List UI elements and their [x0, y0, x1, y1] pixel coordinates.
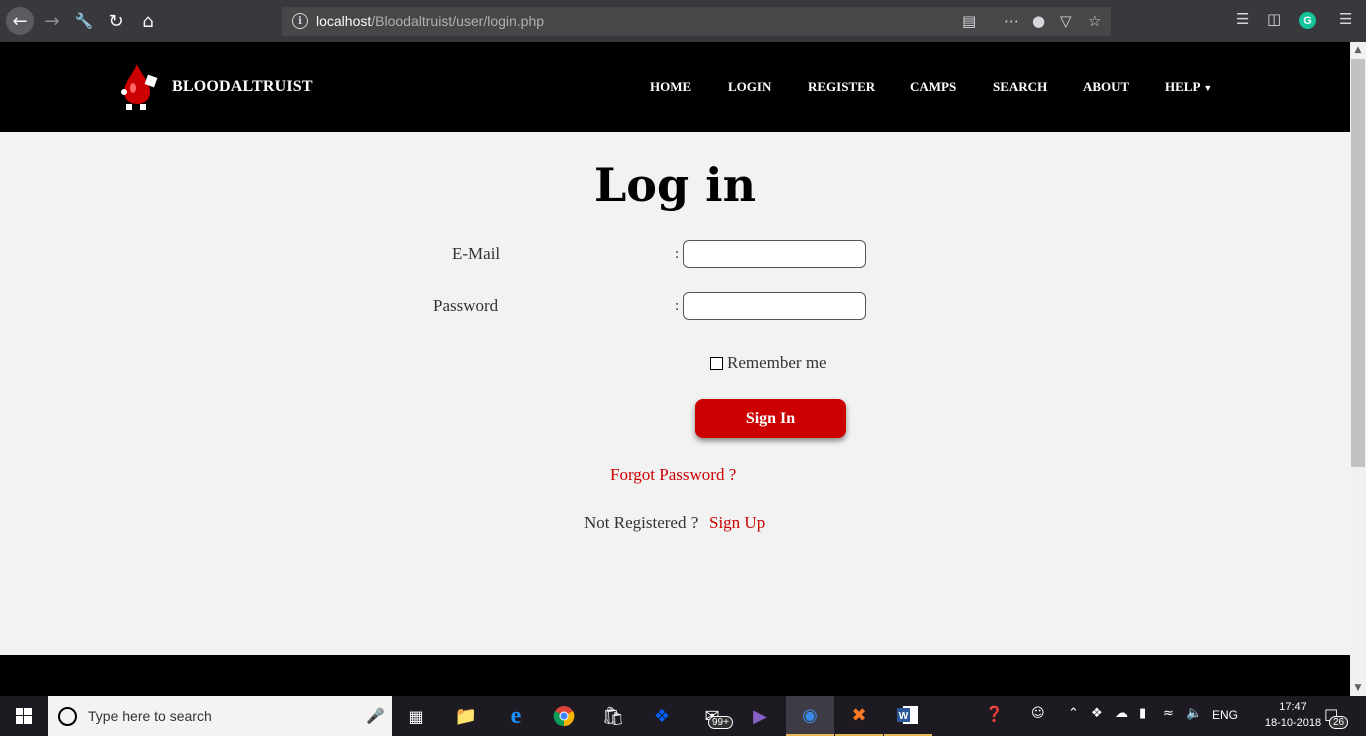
sidebar-icon[interactable]: ◫	[1267, 10, 1281, 28]
people-icon[interactable]: ☺	[1031, 706, 1045, 721]
windows-logo-icon	[16, 708, 32, 724]
store-icon[interactable]: 🛍	[589, 696, 637, 736]
wifi-icon[interactable]: ≈	[1163, 706, 1174, 721]
svg-text:W: W	[899, 711, 909, 722]
windows-start-button[interactable]	[0, 696, 48, 736]
scroll-down-icon[interactable]: ▼	[1350, 680, 1366, 696]
windows-taskbar: Type here to search 🎤 ▦ 📁 e 🛍 ❖ ✉ 99+ ▶ …	[0, 696, 1366, 736]
url-text[interactable]: localhost/Bloodaltruist/user/login.php	[316, 13, 544, 29]
pocket-icon[interactable]: ▽	[1060, 12, 1072, 30]
language-indicator[interactable]: ENG	[1212, 708, 1238, 722]
page-scrollbar[interactable]: ▲ ▼	[1350, 42, 1366, 696]
dropbox-icon[interactable]: ❖	[638, 696, 686, 736]
clock-date: 18-10-2018	[1264, 717, 1322, 729]
wrench-icon[interactable]: 🔧	[70, 7, 98, 35]
firefox-icon[interactable]: ◉	[786, 696, 834, 736]
forward-icon[interactable]: →	[38, 7, 66, 35]
back-icon[interactable]: ←	[6, 7, 34, 35]
blood-drop-logo[interactable]	[118, 62, 160, 112]
file-explorer-icon[interactable]: 📁	[442, 696, 490, 736]
home-icon[interactable]: ⌂	[134, 7, 162, 35]
lightbulb-icon[interactable]: ●	[1032, 12, 1045, 30]
volume-icon[interactable]: 🔈	[1186, 706, 1202, 721]
forgot-password-link[interactable]: Forgot Password ?	[610, 465, 736, 485]
remember-me[interactable]: Remember me	[710, 353, 827, 373]
more-actions-icon[interactable]: ⋯	[1004, 12, 1019, 30]
password-input[interactable]	[683, 292, 866, 320]
browser-toolbar: ← → 🔧 ↻ ⌂ i localhost/Bloodaltruist/user…	[0, 0, 1366, 42]
taskbar-search[interactable]: Type here to search 🎤	[48, 696, 392, 736]
help-icon[interactable]: ❓	[985, 705, 1004, 723]
nav-about[interactable]: ABOUT	[1083, 79, 1129, 95]
xampp-icon[interactable]: ✖	[835, 696, 883, 736]
nav-help-label: HELP	[1165, 79, 1201, 94]
caret-down-icon: ▼	[1203, 83, 1213, 93]
nav-register[interactable]: REGISTER	[808, 79, 875, 95]
show-hidden-icons[interactable]: ⌃	[1068, 706, 1079, 721]
address-bar[interactable]: i localhost/Bloodaltruist/user/login.php…	[282, 7, 1111, 36]
nav-login[interactable]: LOGIN	[728, 79, 771, 95]
url-path: /Bloodaltruist/user/login.php	[371, 13, 545, 29]
password-label: Password	[433, 296, 499, 315]
edge-icon[interactable]: e	[492, 696, 540, 736]
clock[interactable]: 17:47 18-10-2018	[1262, 699, 1324, 731]
nav-help[interactable]: HELP ▼	[1165, 79, 1212, 95]
library-icon[interactable]: ☰	[1236, 10, 1249, 28]
email-label: E-Mail	[452, 244, 501, 263]
microphone-icon[interactable]: 🎤	[366, 707, 385, 725]
reload-icon[interactable]: ↻	[102, 7, 130, 35]
nav-home[interactable]: HOME	[650, 79, 691, 95]
site-info-icon[interactable]: i	[292, 13, 308, 29]
page-title: Log in	[593, 158, 757, 212]
url-host: localhost	[316, 13, 372, 29]
remember-label: Remember me	[727, 353, 827, 372]
reader-view-icon[interactable]: ▤	[962, 12, 976, 30]
sign-up-link[interactable]: Sign Up	[709, 513, 765, 533]
cortana-icon	[58, 707, 77, 726]
onedrive-icon[interactable]: ☁	[1115, 706, 1128, 721]
grammarly-icon[interactable]: G	[1299, 12, 1316, 29]
nav-search[interactable]: SEARCH	[993, 79, 1047, 95]
email-colon: :	[675, 246, 680, 262]
site-footer	[0, 655, 1350, 696]
password-colon: :	[675, 298, 680, 314]
battery-icon[interactable]: ▮	[1139, 706, 1146, 721]
remember-checkbox[interactable]	[710, 356, 723, 370]
dropbox-tray-icon[interactable]: ❖	[1091, 706, 1103, 721]
email-input[interactable]	[683, 240, 866, 268]
not-registered-text: Not Registered ?	[584, 513, 699, 532]
brand-name[interactable]: BLOODALTRUIST	[172, 78, 313, 96]
chrome-icon[interactable]	[540, 696, 588, 736]
nav-camps[interactable]: CAMPS	[910, 79, 956, 95]
clock-time: 17:47	[1279, 701, 1307, 713]
mail-badge: 99+	[708, 716, 733, 729]
bookmark-star-icon[interactable]: ☆	[1088, 12, 1101, 30]
sign-in-button[interactable]: Sign In	[695, 399, 846, 438]
taskbar-search-placeholder: Type here to search	[88, 708, 212, 724]
task-view-icon[interactable]: ▦	[392, 696, 440, 736]
scroll-up-icon[interactable]: ▲	[1350, 42, 1366, 58]
visual-studio-icon[interactable]: ▶	[736, 696, 784, 736]
word-icon[interactable]: W	[884, 696, 932, 736]
scroll-thumb[interactable]	[1351, 59, 1365, 467]
notification-count-badge: 26	[1329, 716, 1349, 729]
menu-icon[interactable]: ☰	[1339, 10, 1352, 28]
